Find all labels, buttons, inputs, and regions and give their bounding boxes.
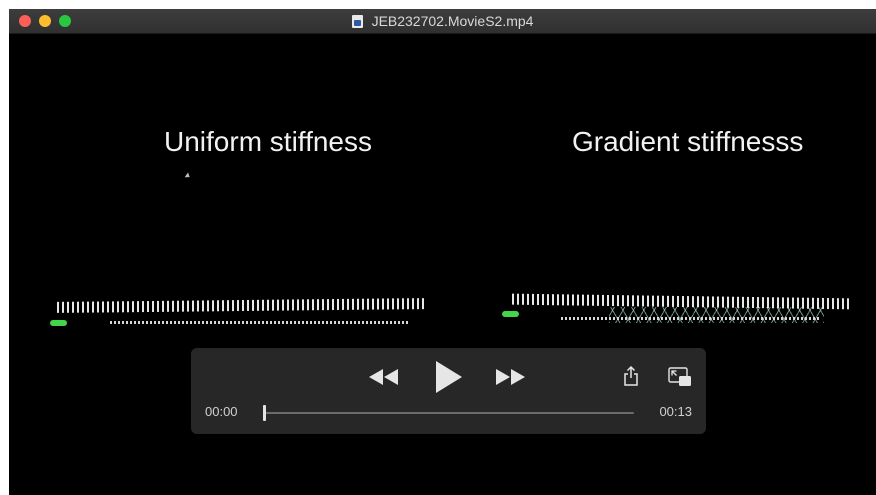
caption-uniform-stiffness: Uniform stiffness — [164, 126, 372, 157]
play-icon — [436, 361, 462, 393]
model-gradient-head — [502, 311, 519, 317]
model-uniform-segments — [57, 298, 427, 313]
rewind-icon — [369, 369, 398, 385]
video-frame[interactable]: Uniform stiffness Gradient stiffnesss 00… — [9, 34, 876, 495]
picture-in-picture-icon — [668, 367, 691, 386]
play-button[interactable] — [431, 360, 465, 394]
fast-forward-button[interactable] — [492, 364, 528, 390]
mouse-cursor-icon — [184, 172, 192, 180]
file-icon — [351, 14, 363, 28]
share-icon — [624, 366, 638, 386]
model-uniform-head — [50, 320, 67, 326]
player-window: JEB232702.MovieS2.mp4 Uniform stiffness … — [9, 9, 876, 495]
caption-gradient-stiffness: Gradient stiffnesss — [572, 126, 804, 157]
scrubber-handle[interactable] — [263, 405, 266, 421]
rewind-button[interactable] — [366, 364, 402, 390]
model-gradient-mesh — [609, 307, 824, 323]
current-time: 00:00 — [205, 404, 238, 419]
fast-forward-icon — [496, 369, 525, 385]
playback-controls: 00:00 00:13 — [191, 348, 706, 434]
window-title-area: JEB232702.MovieS2.mp4 — [9, 9, 876, 33]
scrubber-track[interactable] — [265, 412, 634, 414]
picture-in-picture-button[interactable] — [667, 366, 693, 388]
share-button[interactable] — [619, 364, 643, 388]
title-bar[interactable]: JEB232702.MovieS2.mp4 — [9, 9, 876, 34]
window-title: JEB232702.MovieS2.mp4 — [371, 13, 534, 29]
model-gradient-dots — [561, 317, 821, 320]
total-duration: 00:13 — [659, 404, 692, 419]
model-uniform-dots — [110, 321, 410, 324]
